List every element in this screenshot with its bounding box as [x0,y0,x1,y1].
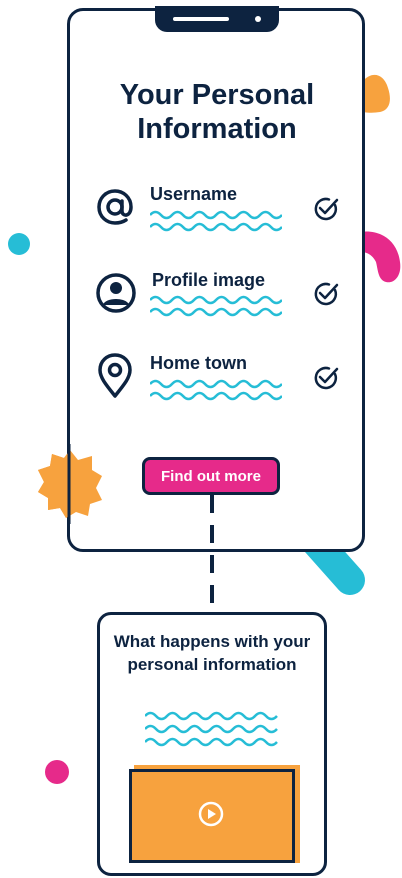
info-item-profile-image: Profile image [95,270,345,320]
info-item-username: Username [95,184,345,235]
orange-badge-overlay [38,444,102,524]
info-item-label: Home town [150,353,247,373]
find-out-more-button[interactable]: Find out more [142,457,280,495]
dashed-connector [210,495,214,613]
at-sign-icon [97,189,133,225]
cyan-dot-shape [8,233,30,255]
placeholder-wave [145,711,278,747]
info-card-heading: What happens with your personal informat… [113,632,311,674]
check-icon [314,282,339,306]
info-item-label: Username [150,184,238,204]
pink-dot-shape [45,760,69,784]
page-title: Your Personal Information [119,79,315,145]
camera-dot [255,16,261,22]
placeholder-wave [150,295,282,317]
check-icon [314,366,339,390]
video-play-icon[interactable] [198,801,224,827]
placeholder-wave [150,379,282,401]
speaker-bar [173,17,229,21]
check-icon [314,197,339,221]
info-item-home-town: Home town [95,352,345,402]
location-pin-icon [98,353,132,398]
phone-notch [155,6,279,32]
placeholder-wave [150,210,282,232]
info-item-label: Profile image [152,270,266,290]
user-avatar-icon [96,273,136,313]
